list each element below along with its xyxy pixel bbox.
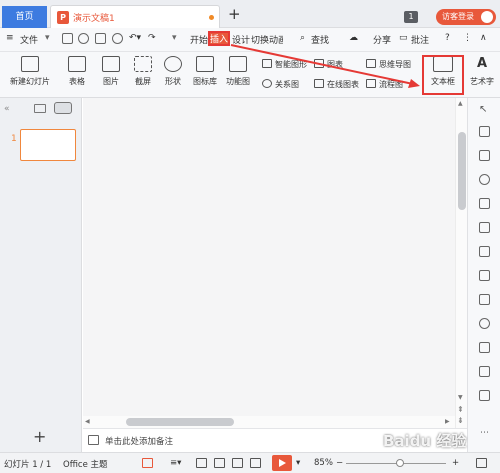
more-panel-icon[interactable]: ⋯ (480, 428, 489, 438)
properties-icon[interactable] (479, 198, 490, 209)
scroll-right-icon[interactable]: ▶ (445, 418, 450, 425)
slide-thumbnail[interactable] (20, 129, 76, 161)
animation-icon[interactable] (479, 126, 490, 137)
status-bar: 幻灯片 1 / 1 Office 主题 ≡▾ ▾ 85% − + (0, 452, 500, 473)
design-icon[interactable] (479, 150, 490, 161)
notes-icon (88, 435, 99, 445)
horizontal-scrollbar[interactable]: ◀ ▶ (83, 416, 455, 428)
layers-icon[interactable] (479, 222, 490, 233)
effects-icon[interactable] (479, 174, 490, 185)
scroll-left-icon[interactable]: ◀ (85, 418, 90, 425)
select-arrow-icon[interactable]: ↖ (479, 104, 487, 115)
zoom-in-button[interactable]: + (452, 458, 459, 468)
fit-window-icon[interactable] (476, 458, 487, 468)
screen-record-icon[interactable] (250, 458, 261, 468)
notes-placeholder: 单击此处添加备注 (105, 437, 174, 447)
slide-panel: « 1 + (0, 98, 82, 452)
slide-view-icon[interactable] (54, 102, 72, 114)
zoom-out-button[interactable]: − (336, 458, 343, 468)
slide-count: 幻灯片 1 / 1 (4, 460, 52, 470)
vertical-scroll-thumb[interactable] (458, 132, 466, 210)
scroll-up-icon[interactable]: ▲ (458, 100, 463, 107)
slide-number: 1 (11, 134, 17, 144)
chart-panel-icon[interactable] (479, 246, 490, 257)
slide-canvas[interactable] (83, 98, 467, 428)
play-dropdown-icon[interactable]: ▾ (296, 458, 300, 468)
prev-slide-icon[interactable]: ⇞ (457, 405, 464, 414)
shape-panel-icon[interactable] (479, 318, 490, 329)
vertical-scrollbar[interactable]: ▲ ▼ ⇞ ⇟ (455, 98, 467, 428)
normal-view-icon[interactable] (196, 458, 207, 468)
beautify-icon[interactable] (142, 458, 153, 468)
settings-sliders-icon[interactable] (479, 270, 490, 281)
zoom-level[interactable]: 85% (314, 458, 333, 468)
play-slideshow-button[interactable] (272, 455, 292, 471)
share-panel-icon[interactable] (479, 366, 490, 377)
watermark-logo: Baidu 经验 (383, 432, 467, 450)
sorter-view-icon[interactable] (214, 458, 225, 468)
backup-icon[interactable] (479, 342, 490, 353)
theme-name[interactable]: Office 主题 (63, 458, 108, 470)
zoom-slider-knob[interactable] (396, 459, 404, 467)
reading-view-icon[interactable] (232, 458, 243, 468)
add-slide-button[interactable]: + (33, 427, 46, 446)
help-panel-icon[interactable] (479, 390, 490, 401)
collapse-panel-icon[interactable]: « (4, 104, 10, 114)
crop-icon[interactable] (479, 294, 490, 305)
scroll-down-icon[interactable]: ▼ (458, 394, 463, 401)
next-slide-icon[interactable]: ⇟ (457, 416, 464, 425)
outline-view-icon[interactable] (34, 104, 46, 113)
horizontal-scroll-thumb[interactable] (126, 418, 234, 426)
notes-toggle-icon[interactable]: ≡▾ (170, 458, 181, 468)
right-task-panel: ↖ ⋯ (467, 98, 500, 452)
